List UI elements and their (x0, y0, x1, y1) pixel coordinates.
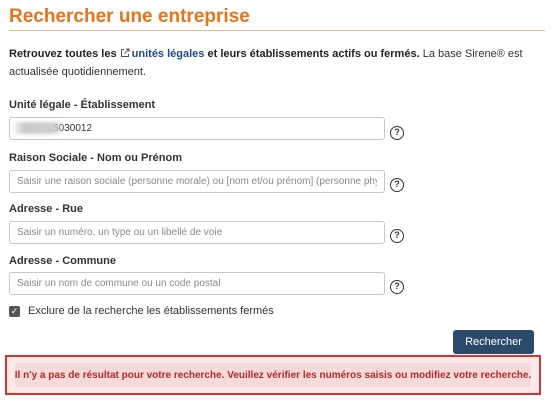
intro-lead: Retrouvez toutes les (9, 48, 117, 60)
help-icon-siren[interactable]: ? (390, 126, 404, 140)
adresse-commune-label: Adresse - Commune (9, 255, 116, 267)
unites-legales-link[interactable]: unités légales (132, 48, 205, 60)
exclude-closed-checkbox[interactable]: ✓ (9, 305, 20, 317)
exclude-closed-label[interactable]: Exclure de la recherche les établissemen… (28, 305, 274, 317)
adresse-rue-label: Adresse - Rue (9, 203, 83, 215)
intro-bold-tail: et leurs établissements actifs ou fermés… (207, 48, 420, 60)
intro-text: Retrouvez toutes les unités légales et l… (9, 45, 539, 81)
title-divider (9, 30, 545, 31)
raison-sociale-input[interactable] (9, 170, 385, 193)
help-icon-raison-sociale[interactable]: ? (390, 178, 404, 192)
exclude-closed-row: ✓ Exclure de la recherche les établissem… (9, 305, 274, 317)
siren-siret-input[interactable] (9, 117, 385, 140)
help-icon-adresse-rue[interactable]: ? (390, 229, 404, 243)
adresse-rue-input[interactable] (9, 221, 385, 244)
error-message: Il n'y a pas de résultat pour votre rech… (15, 363, 531, 387)
siren-siret-label: Unité légale - Établissement (9, 99, 156, 111)
external-link-icon (120, 48, 130, 57)
raison-sociale-label: Raison Sociale - Nom ou Prénom (9, 152, 182, 164)
help-icon-adresse-commune[interactable]: ? (390, 280, 404, 294)
search-button[interactable]: Rechercher (453, 330, 534, 354)
adresse-commune-input[interactable] (9, 272, 385, 295)
redacted-blur (13, 122, 63, 134)
page-title: Rechercher une entreprise (9, 6, 250, 27)
error-alert: Il n'y a pas de résultat pour votre rech… (5, 355, 541, 395)
